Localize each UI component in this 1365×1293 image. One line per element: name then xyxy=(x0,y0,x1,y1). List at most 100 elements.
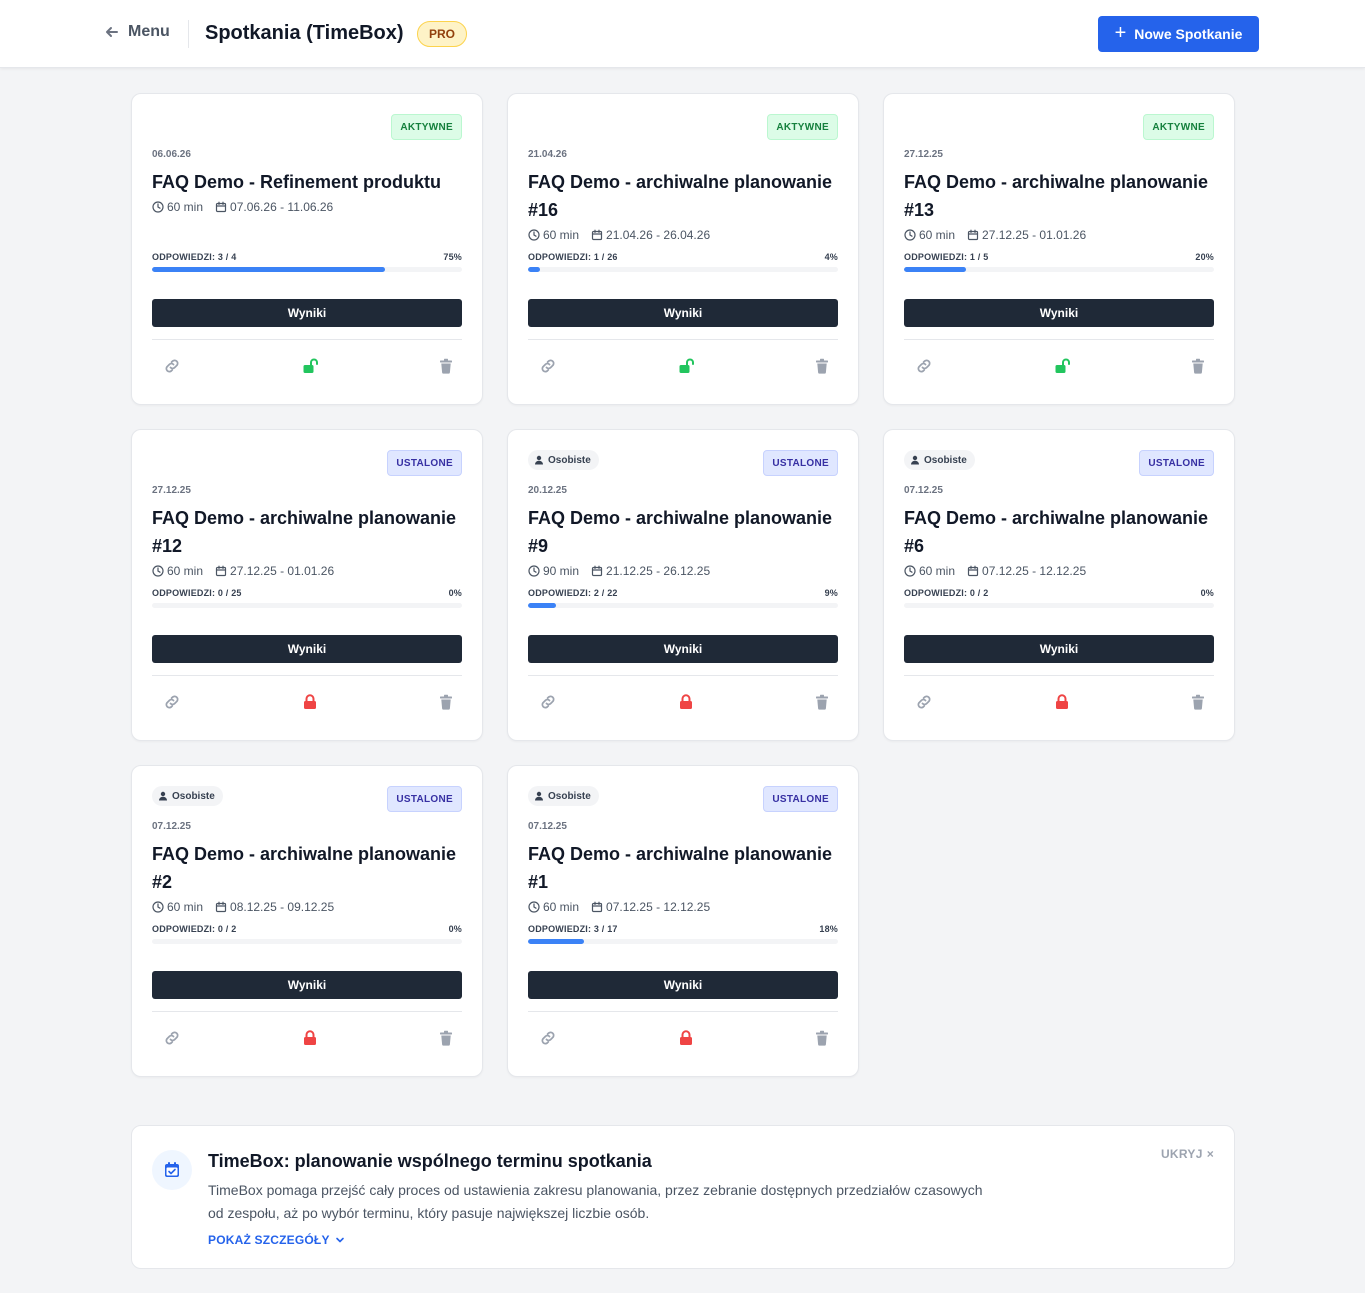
locked-icon[interactable] xyxy=(300,1028,320,1048)
card-actions xyxy=(528,690,838,714)
trash-icon[interactable] xyxy=(436,356,456,376)
new-meeting-button[interactable]: + Nowe Spotkanie xyxy=(1098,16,1259,52)
meeting-duration: 60 min xyxy=(543,900,580,914)
results-button[interactable]: Wyniki xyxy=(528,971,838,999)
locked-icon[interactable] xyxy=(1052,692,1072,712)
meeting-card: AKTYWNE 21.04.26 FAQ Demo - archiwalne p… xyxy=(507,93,859,405)
progress-fill xyxy=(528,603,556,608)
calendar-icon xyxy=(215,901,227,913)
progress-bar xyxy=(152,939,462,944)
status-badge: USTALONE xyxy=(1139,450,1214,476)
plus-icon: + xyxy=(1114,22,1127,44)
copy-link-icon[interactable] xyxy=(162,1028,182,1048)
show-details-link[interactable]: POKAŻ SZCZEGÓŁY xyxy=(208,1233,346,1247)
results-button[interactable]: Wyniki xyxy=(904,635,1214,663)
locked-icon[interactable] xyxy=(676,692,696,712)
responses-row: ODPOWIEDZI: 0 / 25 0% xyxy=(152,588,462,598)
results-button[interactable]: Wyniki xyxy=(528,299,838,327)
meeting-card: USTALONE 27.12.25 FAQ Demo - archiwalne … xyxy=(131,429,483,741)
copy-link-icon[interactable] xyxy=(162,692,182,712)
arrow-left-icon xyxy=(106,27,118,37)
trash-icon[interactable] xyxy=(812,356,832,376)
top-bar: Menu Spotkania (TimeBox) PRO + Nowe Spot… xyxy=(0,0,1365,68)
progress-bar xyxy=(528,267,838,272)
unlocked-icon[interactable] xyxy=(1052,356,1072,376)
personal-badge: Osobiste xyxy=(152,786,223,806)
progress-bar xyxy=(904,603,1214,608)
user-icon xyxy=(158,791,168,801)
copy-link-icon[interactable] xyxy=(914,692,934,712)
meeting-date: 07.12.25 xyxy=(152,821,191,832)
meeting-date: 06.06.26 xyxy=(152,149,191,160)
user-icon xyxy=(910,455,920,465)
status-badge: USTALONE xyxy=(387,450,462,476)
responses-row: ODPOWIEDZI: 1 / 5 20% xyxy=(904,252,1214,262)
results-button[interactable]: Wyniki xyxy=(152,635,462,663)
copy-link-icon[interactable] xyxy=(162,356,182,376)
responses-percent: 0% xyxy=(448,588,462,598)
status-badge: USTALONE xyxy=(763,450,838,476)
copy-link-icon[interactable] xyxy=(538,1028,558,1048)
responses-count: ODPOWIEDZI: 0 / 25 xyxy=(152,588,242,598)
responses-count: ODPOWIEDZI: 0 / 2 xyxy=(152,924,237,934)
meeting-card: Osobiste USTALONE 07.12.25 FAQ Demo - ar… xyxy=(131,765,483,1077)
page-title: Spotkania (TimeBox) xyxy=(205,22,404,44)
unlocked-icon[interactable] xyxy=(676,356,696,376)
clock-icon xyxy=(152,901,164,913)
trash-icon[interactable] xyxy=(1188,356,1208,376)
copy-link-icon[interactable] xyxy=(538,356,558,376)
responses-percent: 9% xyxy=(824,588,838,598)
meeting-meta: 60 min 27.12.25 - 01.01.26 xyxy=(152,564,334,578)
card-divider xyxy=(904,675,1214,676)
info-panel: TimeBox: planowanie wspólnego terminu sp… xyxy=(131,1125,1235,1269)
card-divider xyxy=(152,675,462,676)
card-actions xyxy=(152,1026,462,1050)
card-divider xyxy=(528,675,838,676)
calendar-check-icon xyxy=(152,1150,192,1190)
meeting-card: AKTYWNE 27.12.25 FAQ Demo - archiwalne p… xyxy=(883,93,1235,405)
meeting-meta: 60 min 07.12.25 - 12.12.25 xyxy=(904,564,1086,578)
calendar-icon xyxy=(591,229,603,241)
card-actions xyxy=(528,354,838,378)
meeting-meta: 60 min 27.12.25 - 01.01.26 xyxy=(904,228,1086,242)
card-actions xyxy=(904,690,1214,714)
locked-icon[interactable] xyxy=(676,1028,696,1048)
calendar-icon xyxy=(967,565,979,577)
personal-label: Osobiste xyxy=(548,790,591,802)
responses-row: ODPOWIEDZI: 3 / 17 18% xyxy=(528,924,838,934)
results-button[interactable]: Wyniki xyxy=(904,299,1214,327)
results-button[interactable]: Wyniki xyxy=(152,299,462,327)
trash-icon[interactable] xyxy=(1188,692,1208,712)
hide-button[interactable]: UKRYJ × xyxy=(1161,1147,1214,1161)
results-button[interactable]: Wyniki xyxy=(528,635,838,663)
trash-icon[interactable] xyxy=(812,1028,832,1048)
progress-fill xyxy=(904,267,966,272)
new-meeting-label: Nowe Spotkanie xyxy=(1134,26,1243,42)
responses-percent: 4% xyxy=(824,252,838,262)
meeting-range: 27.12.25 - 01.01.26 xyxy=(230,564,335,578)
unlocked-icon[interactable] xyxy=(300,356,320,376)
responses-percent: 20% xyxy=(1195,252,1214,262)
trash-icon[interactable] xyxy=(436,1028,456,1048)
status-badge: USTALONE xyxy=(763,786,838,812)
trash-icon[interactable] xyxy=(812,692,832,712)
meeting-date: 07.12.25 xyxy=(904,485,943,496)
responses-row: ODPOWIEDZI: 1 / 26 4% xyxy=(528,252,838,262)
calendar-icon xyxy=(967,229,979,241)
card-actions xyxy=(528,1026,838,1050)
copy-link-icon[interactable] xyxy=(538,692,558,712)
responses-percent: 0% xyxy=(448,924,462,934)
copy-link-icon[interactable] xyxy=(914,356,934,376)
responses-count: ODPOWIEDZI: 1 / 26 xyxy=(528,252,618,262)
trash-icon[interactable] xyxy=(436,692,456,712)
locked-icon[interactable] xyxy=(300,692,320,712)
info-title: TimeBox: planowanie wspólnego terminu sp… xyxy=(208,1151,652,1171)
results-button[interactable]: Wyniki xyxy=(152,971,462,999)
user-icon xyxy=(534,791,544,801)
meeting-title: FAQ Demo - archiwalne planowanie #13 xyxy=(904,172,1209,220)
back-to-menu-link[interactable]: Menu xyxy=(104,23,170,41)
calendar-icon xyxy=(591,901,603,913)
personal-badge: Osobiste xyxy=(528,450,599,470)
progress-fill xyxy=(528,267,541,272)
meeting-duration: 60 min xyxy=(919,228,956,242)
